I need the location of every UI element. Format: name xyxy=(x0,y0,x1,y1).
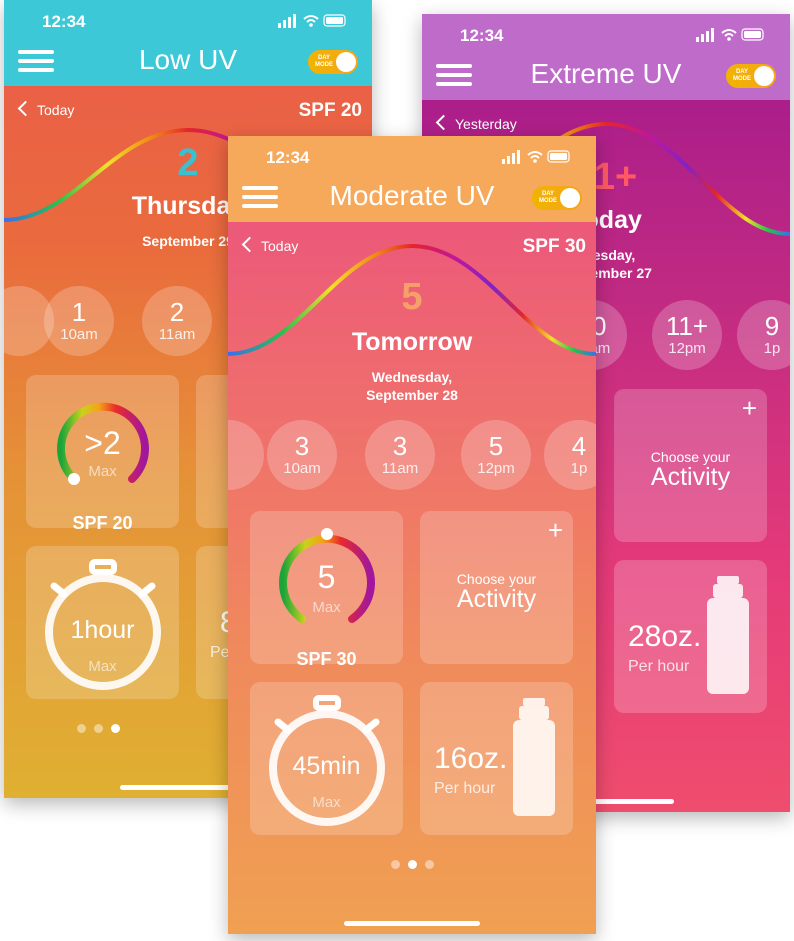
toggle-label: DAY MODE xyxy=(539,191,557,204)
moderate-uv-screen: 12:34 Moderate UV DAY MODE Today SPF 30 … xyxy=(228,136,596,934)
activity-tile[interactable]: + Choose your Activity xyxy=(614,389,767,542)
status-icons xyxy=(502,150,570,164)
toggle-label: DAY MODE xyxy=(733,69,751,82)
timer-value: 45min xyxy=(292,752,361,780)
gauge-max: Max xyxy=(312,599,341,616)
spf-label: SPF 20 xyxy=(72,513,133,533)
gauge-value: >2 xyxy=(84,425,121,461)
hour-forecast: 11+ 12pm xyxy=(652,300,722,370)
spf-label: SPF 30 xyxy=(296,649,357,669)
sun-icon xyxy=(754,66,774,86)
add-icon[interactable]: + xyxy=(548,515,563,546)
water-tile[interactable]: 16oz. Per hour xyxy=(420,682,573,835)
gauge-max: Max xyxy=(88,463,117,480)
status-time: 12:34 xyxy=(460,26,504,45)
uv-gauge-tile[interactable]: >2 Max xyxy=(26,375,179,528)
day-mode-toggle[interactable]: DAY MODE xyxy=(726,64,776,88)
hour-forecast: 1 10am xyxy=(44,286,114,356)
hour-forecast: 2 11am xyxy=(142,286,212,356)
sun-icon xyxy=(560,188,580,208)
status-time: 12:34 xyxy=(42,12,86,31)
toggle-label: DAY MODE xyxy=(315,55,333,68)
day-mode-toggle[interactable]: DAY MODE xyxy=(308,50,358,74)
water-unit: Per hour xyxy=(434,780,496,797)
status-icons xyxy=(278,14,346,28)
timer-value: 1hour xyxy=(70,616,135,644)
date-label: Wednesday, September 28 xyxy=(366,369,458,403)
day-label: Tomorrow xyxy=(351,328,473,356)
home-indicator xyxy=(344,921,480,926)
day-mode-toggle[interactable]: DAY MODE xyxy=(532,186,582,210)
hour-forecast: 3 10am xyxy=(267,420,337,490)
hour-forecast: 5 12pm xyxy=(461,420,531,490)
water-bottle-icon xyxy=(513,698,555,816)
water-bottle-icon xyxy=(707,576,749,694)
activity-label: Activity xyxy=(456,585,537,613)
gauge-value: 5 xyxy=(317,559,336,595)
page-indicator xyxy=(228,856,596,874)
timer-max: Max xyxy=(88,658,117,675)
timer-tile[interactable]: 1hour Max xyxy=(26,546,179,699)
uv-index-value: 5 xyxy=(401,276,423,318)
hour-forecast: 3 11am xyxy=(365,420,435,490)
status-bar: 12:34 xyxy=(4,0,372,44)
water-tile[interactable]: 28oz. Per hour xyxy=(614,560,767,713)
timer-max: Max xyxy=(312,794,341,811)
status-icons xyxy=(696,28,764,42)
water-unit: Per hour xyxy=(628,658,690,675)
status-bar: 12:34 xyxy=(228,136,596,180)
uv-gauge-tile[interactable]: 5 Max xyxy=(250,511,403,664)
hour-forecast: 4 1p xyxy=(544,420,596,490)
timer-tile[interactable]: 45min Max xyxy=(250,682,403,835)
hour-forecast: 9 1p xyxy=(737,300,790,370)
water-value: 28oz. xyxy=(628,620,702,653)
add-icon[interactable]: + xyxy=(742,393,757,424)
status-bar: 12:34 xyxy=(422,14,790,58)
water-unit: Pe xyxy=(210,644,230,661)
sun-icon xyxy=(336,52,356,72)
activity-label: Activity xyxy=(650,463,731,491)
status-time: 12:34 xyxy=(266,148,310,167)
activity-tile[interactable]: + Choose your Activity xyxy=(420,511,573,664)
hour-forecast xyxy=(228,420,264,490)
water-value: 16oz. xyxy=(434,742,508,775)
